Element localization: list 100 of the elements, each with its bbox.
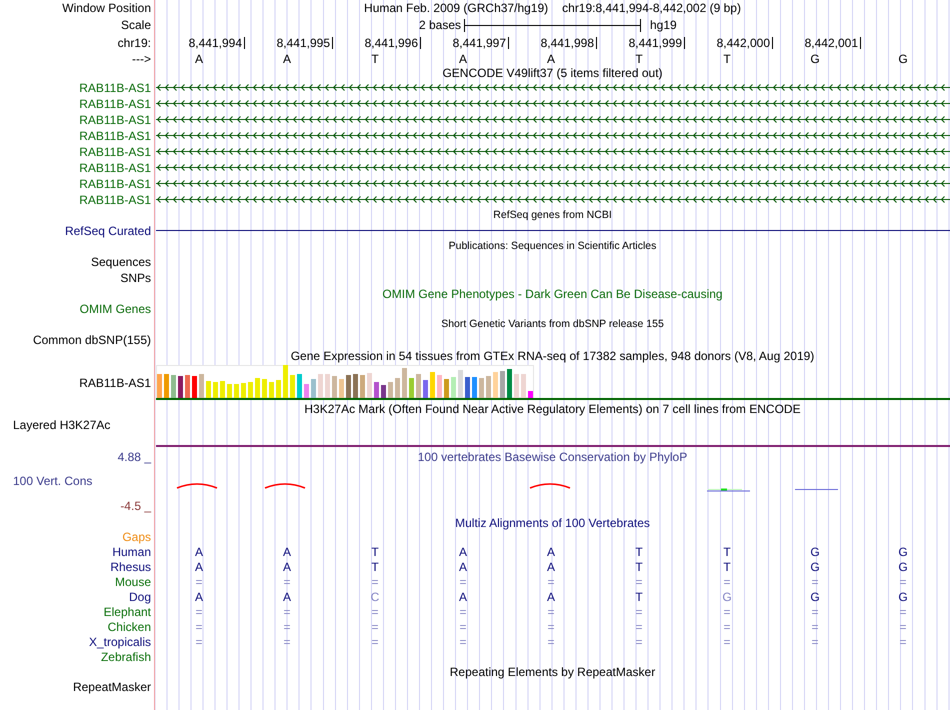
alignment-base: T [371, 560, 379, 572]
species-label: Human [112, 546, 151, 558]
expression-bar [248, 382, 253, 398]
transcript-label: RAB11B-AS1 [79, 162, 151, 174]
expression-bar [430, 372, 435, 398]
alignment-base: = [283, 576, 290, 588]
alignment-base: = [899, 636, 906, 648]
alignment-base: A [458, 560, 467, 572]
coordinate-label: 8,441,995 [276, 36, 333, 48]
coordinate-label: 8,441,998 [540, 36, 597, 48]
ruler-label: Scale [120, 19, 151, 31]
alignment-base: = [459, 606, 466, 618]
coordinate-label: 8,441,997 [452, 36, 509, 48]
alignment-base: A [282, 590, 291, 602]
signal-arc [530, 483, 570, 489]
species-label: X_tropicalis [88, 636, 151, 648]
expression-bar [416, 374, 421, 398]
expression-bar [332, 376, 337, 398]
species-label: Mouse [114, 576, 151, 588]
expression-bar [234, 384, 239, 398]
alignment-base: T [371, 546, 379, 558]
alignment-base: T [723, 560, 731, 572]
species-label: Elephant [104, 606, 151, 618]
alignment-base: A [282, 560, 291, 572]
expression-bar [486, 376, 491, 398]
alignment-base: G [898, 560, 908, 572]
species-label: Dog [128, 590, 151, 602]
alignment-base: G [810, 590, 820, 602]
base-letter: T [371, 52, 379, 64]
base-letter: A [282, 52, 291, 64]
expression-bar [514, 374, 519, 398]
alignment-base: = [635, 620, 642, 632]
track-label: RAB11B-AS1 [79, 376, 151, 388]
track-label: Common dbSNP(155) [32, 334, 151, 346]
base-letter: A [194, 52, 203, 64]
expression-bar [311, 379, 316, 398]
base-letter: A [458, 52, 467, 64]
transcript-label: RAB11B-AS1 [79, 178, 151, 190]
coordinate-label: 8,442,001 [804, 36, 861, 48]
alignment-base: A [546, 560, 555, 572]
expression-bar [269, 382, 274, 398]
expression-bar [374, 382, 379, 398]
alignment-base: = [723, 636, 730, 648]
alignment-base: = [723, 606, 730, 618]
expression-bar [458, 370, 463, 398]
base-letter: A [546, 52, 555, 64]
expression-bar [528, 391, 533, 398]
alignment-base: G [898, 590, 908, 602]
expression-bar [241, 383, 246, 398]
alignment-base: = [723, 620, 730, 632]
track-label: 100 Vert. Cons [13, 475, 92, 487]
alignment-base: = [195, 620, 202, 632]
track-title: OMIM Gene Phenotypes - Dark Green Can Be Disease-causing [382, 288, 723, 300]
alignment-base: T [723, 546, 731, 558]
alignment-base: = [635, 576, 642, 588]
alignment-base: = [459, 576, 466, 588]
alignment-base: = [459, 620, 466, 632]
track-label: RepeatMasker [72, 681, 151, 693]
expression-bar [283, 365, 288, 398]
expression-bar [360, 375, 365, 398]
alignment-base: = [811, 636, 818, 648]
expression-bar [255, 378, 260, 398]
alignment-base: = [195, 576, 202, 588]
expression-bar [227, 384, 232, 398]
track-label: OMIM Genes [80, 303, 151, 315]
expression-bar [493, 372, 498, 398]
alignment-base: = [899, 576, 906, 588]
expression-bar [451, 377, 456, 398]
expression-bar [402, 368, 407, 398]
alignment-base: T [635, 590, 643, 602]
alignment-base: A [546, 590, 555, 602]
alignment-base: A [458, 546, 467, 558]
expression-bar [318, 374, 323, 398]
expression-bar [395, 378, 400, 398]
alignment-base: = [723, 576, 730, 588]
expression-bar [465, 377, 470, 398]
expression-bar [381, 385, 386, 398]
alignment-base: A [546, 546, 555, 558]
scale-min-label: -4.5 _ [120, 500, 151, 512]
alignment-base: T [635, 546, 643, 558]
expression-bar [276, 380, 281, 398]
expression-bar [220, 381, 225, 398]
expression-bar [171, 375, 176, 398]
expression-bar [206, 381, 211, 398]
expression-bar [199, 374, 204, 398]
assembly-name-text: hg19 [649, 19, 677, 31]
transcript-label: RAB11B-AS1 [79, 130, 151, 142]
coordinate-label: 8,442,000 [716, 36, 773, 48]
alignment-base: = [547, 606, 554, 618]
track-label: Layered H3K27Ac [13, 419, 110, 431]
ruler-label: Window Position [62, 2, 151, 14]
track-label: Sequences [90, 256, 151, 268]
track-title: RefSeq genes from NCBI [493, 210, 612, 221]
expression-bar [178, 376, 183, 398]
base-letter: T [723, 52, 731, 64]
expression-bar [185, 375, 190, 398]
ruler-label: ---> [132, 52, 151, 64]
alignment-base: A [194, 590, 203, 602]
alignment-base: A [282, 546, 291, 558]
expression-bar [262, 379, 267, 398]
